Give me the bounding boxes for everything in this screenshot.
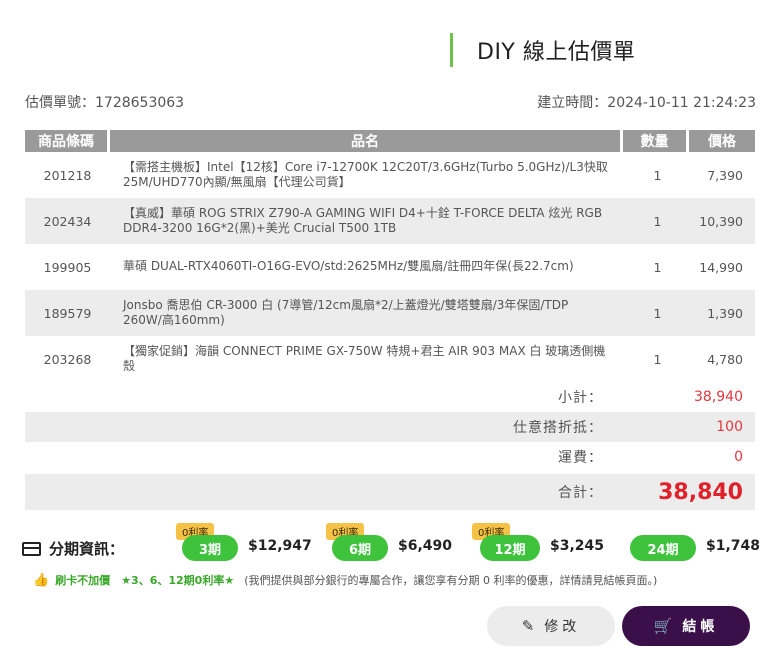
discount-row: 仕意搭折抵： 100	[25, 412, 755, 442]
installment-amount: $12,947	[248, 538, 312, 554]
product-name: 華碩 DUAL-RTX4060TI-O16G-EVO/std:2625MHz/雙…	[123, 259, 574, 274]
credit-card-icon	[22, 541, 41, 556]
installment-term: 6期	[332, 535, 388, 561]
installment-label-text: 分期資訊：	[49, 540, 125, 558]
installment-term: 12期	[480, 535, 540, 561]
product-code: 202434	[43, 213, 92, 229]
product-price: 10,390	[699, 213, 743, 229]
cart-icon: 🛒	[653, 617, 673, 635]
quote-meta: 估價單號：1728653063 建立時間：2024-10-11 21:24:23	[25, 92, 756, 112]
product-qty: 1	[653, 167, 662, 183]
total-value: 38,840	[658, 479, 743, 505]
product-qty: 1	[653, 305, 662, 321]
checkout-button-label: 結帳	[682, 619, 719, 635]
header-qty: 數量	[623, 130, 686, 152]
installment-info: 分期資訊： 0利率 3期 $12,947 0利率 6期 $6,490 0利率 1…	[22, 520, 760, 572]
product-name: Jonsbo 喬思伯 CR-3000 白 (7導管/12cm風扇*2/上蓋燈光/…	[123, 297, 569, 328]
table-row: 202434 【真威】華碩 ROG STRIX Z790-A GAMING WI…	[25, 198, 755, 244]
product-price: 14,990	[699, 259, 743, 275]
installment-amount: $1,748	[706, 538, 761, 554]
discount-value: 100	[716, 419, 743, 435]
table-row: 199905 華碩 DUAL-RTX4060TI-O16G-EVO/std:26…	[25, 244, 755, 290]
header-code: 商品條碼	[25, 130, 107, 152]
header-name: 品名	[110, 130, 620, 152]
table-row: 203268 【獨家促銷】海韻 CONNECT PRIME GX-750W 特規…	[25, 336, 755, 382]
total-row: 合計： 38,840	[25, 474, 755, 510]
subtotal-value: 38,940	[694, 389, 743, 405]
shipping-label: 運費：	[558, 450, 603, 466]
installment-note: 👍 刷卡不加價 ★3、6、12期0利率★ (我們提供與部分銀行的專屬合作，讓您享…	[33, 572, 760, 588]
checkout-button[interactable]: 🛒 結帳	[622, 606, 750, 646]
edit-button-label: 修改	[544, 619, 581, 635]
quote-table: 商品條碼 品名 數量 價格 201218 【需搭主機板】Intel【12核】Co…	[25, 130, 755, 510]
product-qty: 1	[653, 259, 662, 275]
shipping-row: 運費： 0	[25, 442, 755, 472]
subtotal-label: 小計：	[558, 390, 603, 406]
table-row: 201218 【需搭主機板】Intel【12核】Core i7-12700K 1…	[25, 152, 755, 198]
thumbs-up-icon: 👍	[33, 572, 50, 588]
installment-label: 分期資訊：	[22, 538, 124, 559]
shipping-value: 0	[734, 449, 743, 465]
product-code: 201218	[43, 167, 92, 183]
product-code: 203268	[43, 351, 92, 367]
installment-amount: $6,490	[398, 538, 453, 554]
installment-term: 3期	[182, 535, 238, 561]
header-price: 價格	[689, 130, 755, 152]
edit-button[interactable]: ✎ 修改	[487, 606, 615, 646]
table-row: 189579 Jonsbo 喬思伯 CR-3000 白 (7導管/12cm風扇*…	[25, 290, 755, 336]
product-qty: 1	[653, 351, 662, 367]
product-price: 1,390	[707, 305, 743, 321]
note-highlight: 刷卡不加價 ★3、6、12期0利率★	[55, 574, 235, 587]
product-qty: 1	[653, 213, 662, 229]
quote-number: 估價單號：1728653063	[25, 95, 185, 111]
created-time: 建立時間：2024-10-11 21:24:23	[537, 95, 756, 111]
subtotal-row: 小計： 38,940	[25, 382, 755, 412]
installment-term: 24期	[630, 535, 696, 561]
installment-amount: $3,245	[550, 538, 605, 554]
product-price: 7,390	[707, 167, 743, 183]
product-code: 199905	[43, 259, 92, 275]
pencil-icon: ✎	[521, 617, 535, 635]
note-text: (我們提供與部分銀行的專屬合作，讓您享有分期 0 利率的優惠，詳情請見結帳頁面。…	[244, 574, 658, 587]
total-label: 合計：	[558, 485, 603, 501]
product-name: 【真威】華碩 ROG STRIX Z790-A GAMING WIFI D4+十…	[123, 205, 603, 236]
page-title: DIY 線上估價單	[477, 40, 636, 65]
product-price: 4,780	[707, 351, 743, 367]
product-code: 189579	[43, 305, 92, 321]
page-header: DIY 線上估價單	[450, 33, 635, 67]
discount-label: 仕意搭折抵：	[513, 420, 603, 436]
product-name: 【獨家促銷】海韻 CONNECT PRIME GX-750W 特規+君主 AIR…	[123, 343, 606, 374]
product-name: 【需搭主機板】Intel【12核】Core i7-12700K 12C20T/3…	[123, 159, 608, 190]
table-header: 商品條碼 品名 數量 價格	[25, 130, 755, 152]
